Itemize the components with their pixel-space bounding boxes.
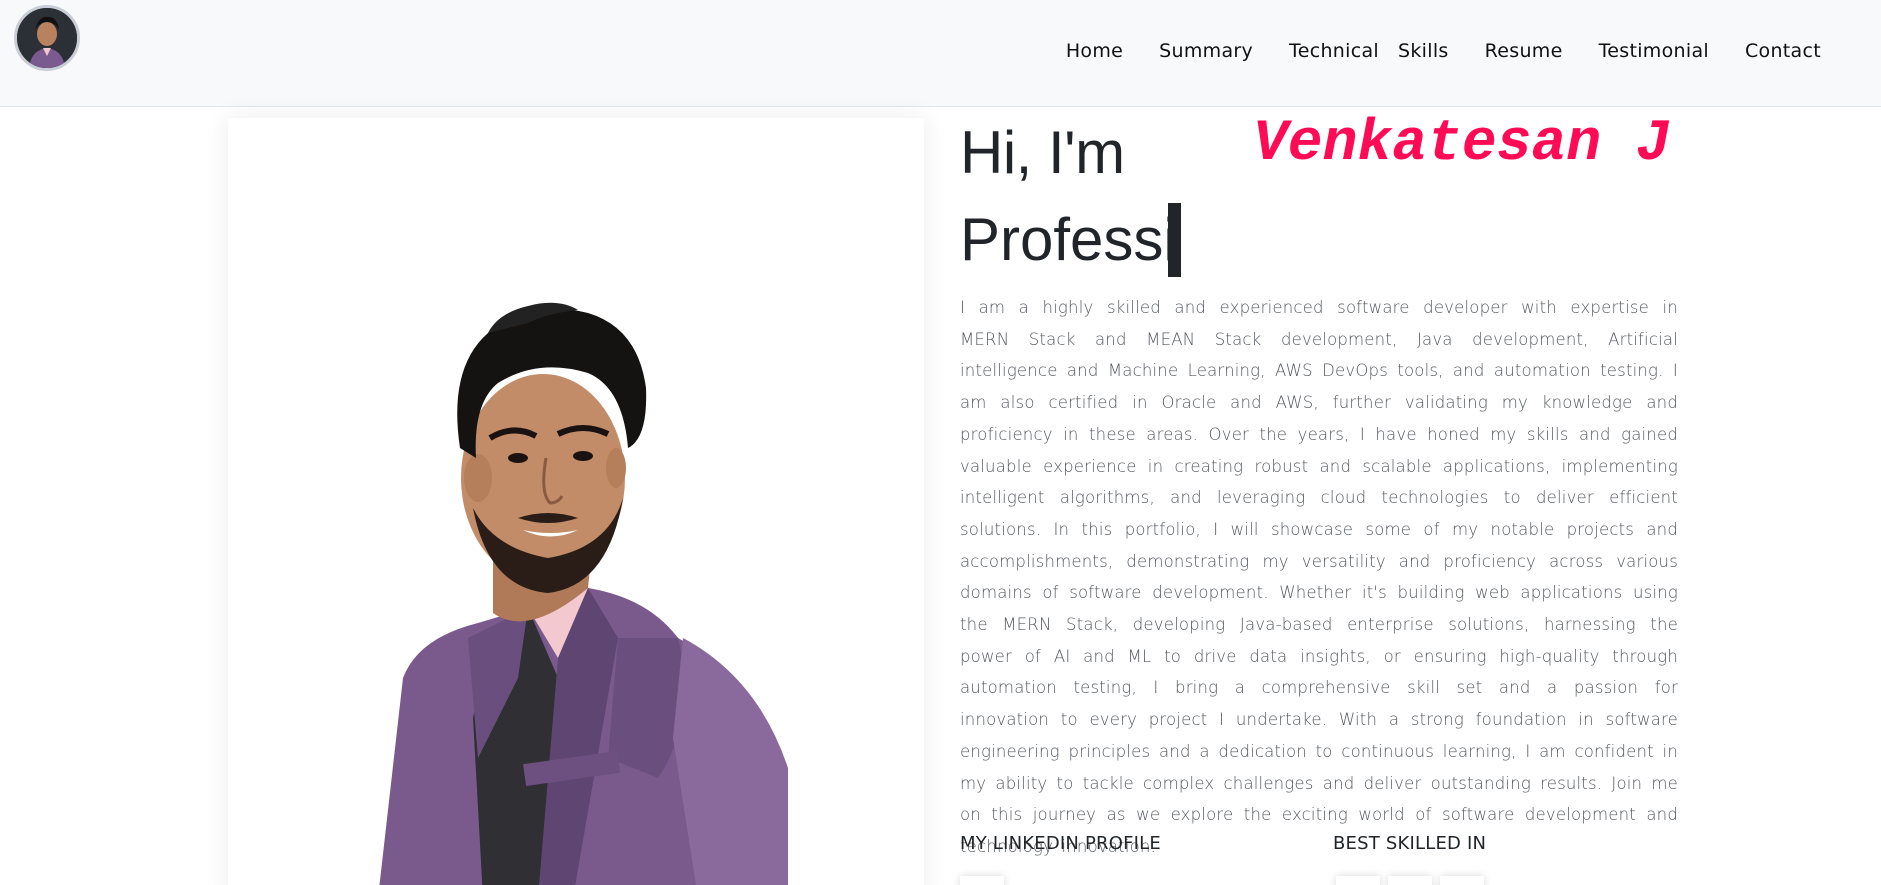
skill-tile[interactable]	[1336, 876, 1380, 885]
skills-heading: BEST SKILLED IN	[1333, 833, 1487, 854]
name-heading: Venkatesan J	[1253, 112, 1671, 177]
bio-paragraph: I am a highly skilled and experienced so…	[960, 298, 1678, 856]
greeting-text: Hi, I'm	[960, 119, 1125, 186]
nav-testimonial[interactable]: Testimonial	[1581, 36, 1727, 66]
profile-photo	[379, 302, 788, 885]
nav-resume[interactable]: Resume	[1467, 36, 1581, 66]
typed-role-text: Professi	[960, 206, 1177, 273]
profile-photo-card	[228, 118, 924, 885]
skill-tile[interactable]	[1388, 876, 1432, 885]
main-nav: Home Summary Technical Skills Resume Tes…	[1048, 36, 1839, 66]
nav-home[interactable]: Home	[1048, 36, 1141, 66]
nav-contact[interactable]: Contact	[1727, 36, 1839, 66]
nav-summary[interactable]: Summary	[1141, 36, 1271, 66]
nav-technical-skills[interactable]: Technical Skills	[1271, 36, 1467, 66]
linkedin-heading: MY LINKEDIN PROFILE	[960, 833, 1161, 854]
avatar[interactable]	[14, 5, 80, 71]
typing-cursor	[1168, 203, 1181, 277]
linkedin-badge[interactable]	[960, 876, 1004, 885]
skill-tile[interactable]	[1440, 876, 1484, 885]
site-header: Home Summary Technical Skills Resume Tes…	[0, 0, 1881, 107]
